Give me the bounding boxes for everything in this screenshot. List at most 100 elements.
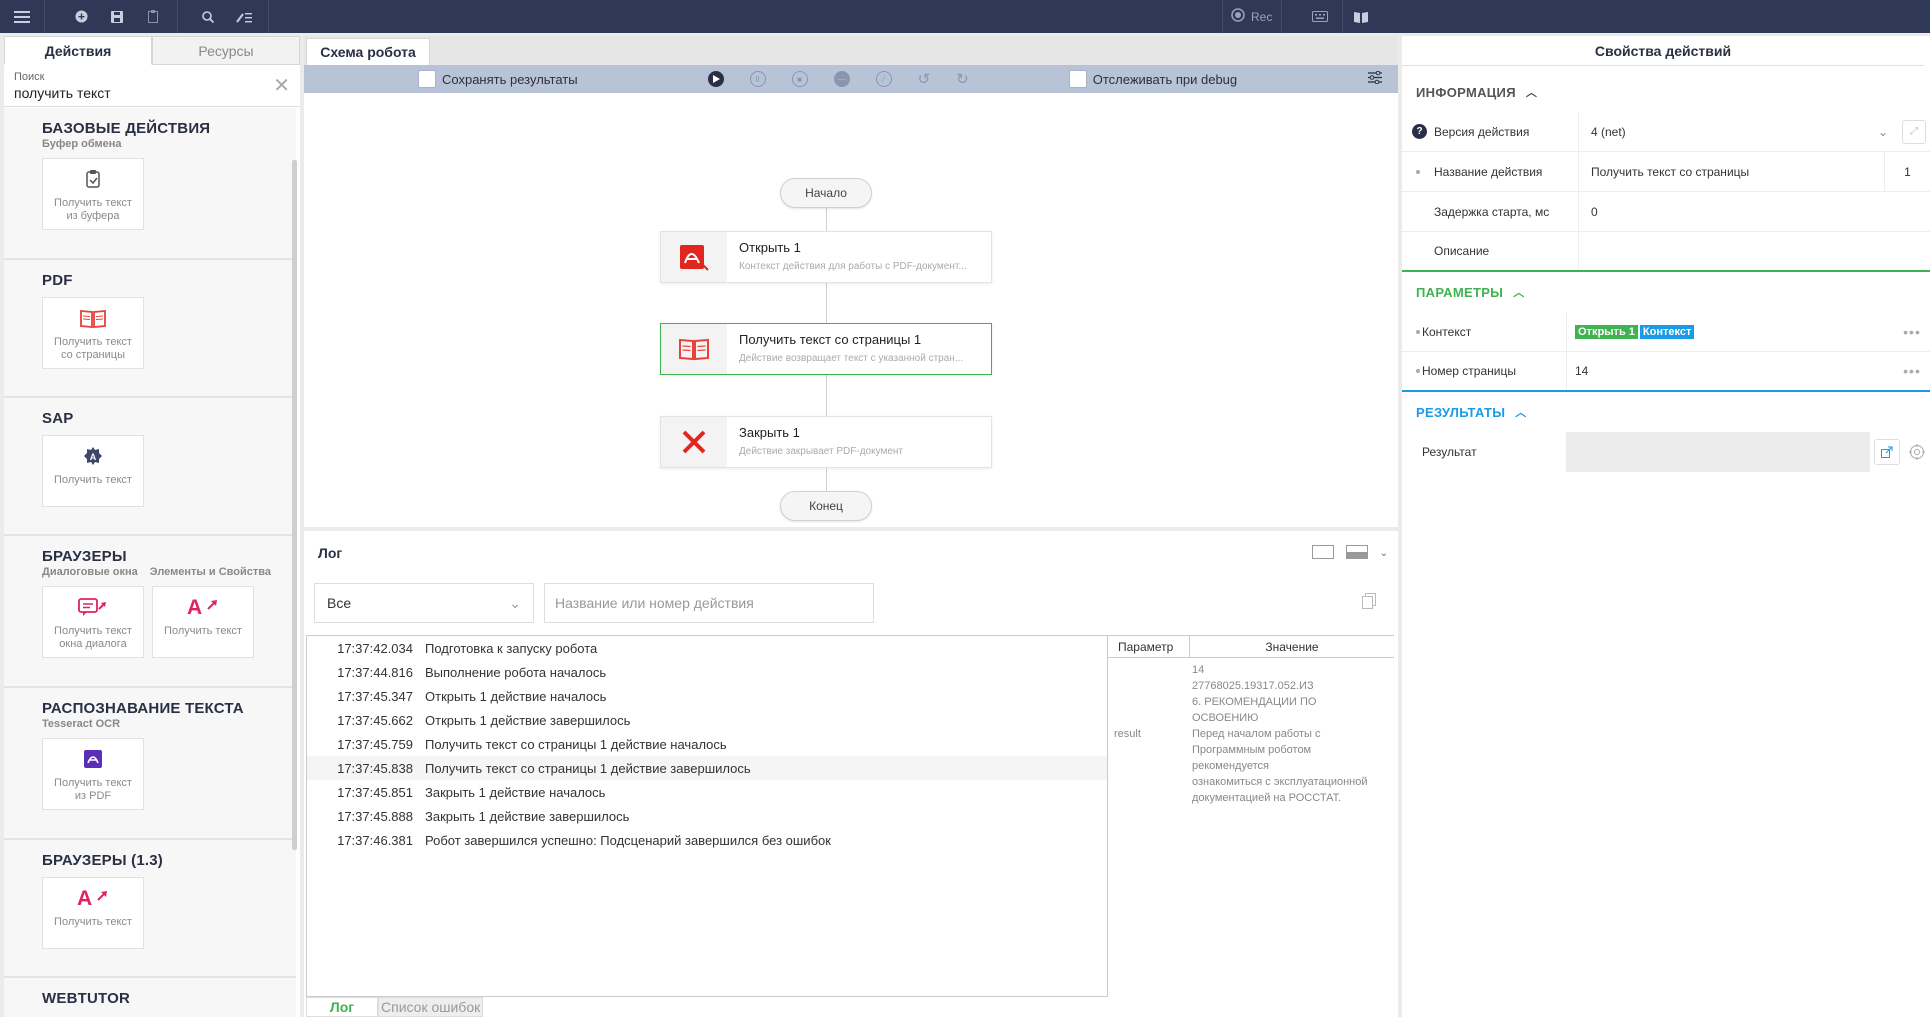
end-node[interactable]: Конец xyxy=(780,491,872,521)
record-button[interactable]: Rec xyxy=(1222,0,1282,33)
chevron-down-icon: ⌄ xyxy=(509,594,521,611)
cancel-icon[interactable]: ⁄ xyxy=(875,71,892,87)
description-input[interactable] xyxy=(1578,232,1930,270)
action-card[interactable]: A Получить текст xyxy=(42,877,144,949)
layout-single-icon[interactable] xyxy=(1311,545,1334,562)
minus-icon[interactable]: — xyxy=(833,71,850,87)
name-row: Название действия Получить текст со стра… xyxy=(1402,152,1930,192)
add-icon[interactable] xyxy=(63,0,99,33)
page-number-row: Номер страницы 14 ••• xyxy=(1402,352,1930,392)
action-card[interactable]: Получить текст из буфера xyxy=(42,158,144,230)
log-filter-select[interactable]: Все ⌄ xyxy=(314,583,534,623)
menu-icon[interactable] xyxy=(0,0,44,33)
keyboard-icon[interactable] xyxy=(1302,0,1338,33)
action-card-label: Получить текст из PDF xyxy=(54,777,132,802)
name-input[interactable]: Получить текст со страницы xyxy=(1578,152,1884,191)
target-icon[interactable] xyxy=(1904,439,1930,465)
settings-sliders-icon[interactable] xyxy=(1368,70,1382,87)
node-description: Действие возвращает текст с указанной ст… xyxy=(739,353,964,364)
delay-input[interactable]: 0 xyxy=(1578,192,1930,231)
result-row: Результат xyxy=(1402,432,1930,472)
tab-actions[interactable]: Действия xyxy=(4,36,152,65)
schema-toolbar: Сохранять результаты ll ■ — ⁄ ↺ ↻ Отслеж… xyxy=(304,65,1398,93)
save-icon[interactable] xyxy=(99,0,135,33)
copy-icon[interactable] xyxy=(1362,593,1376,612)
flow-node-close[interactable]: Закрыть 1 Действие закрывает PDF-докумен… xyxy=(660,416,992,468)
more-icon[interactable]: ••• xyxy=(1894,324,1930,340)
layout-split-icon[interactable] xyxy=(1345,545,1368,562)
log-row[interactable]: 17:37:44.816 Выполнение робота началось xyxy=(307,660,1107,684)
log-row[interactable]: 17:37:45.888 Закрыть 1 действие завершило… xyxy=(307,804,1107,828)
action-card-label: Получить текст окна диалога xyxy=(54,625,132,650)
search-input[interactable]: получить текст xyxy=(14,85,290,101)
log-row[interactable]: 17:37:45.838 Получить текст со страницы 1… xyxy=(307,756,1107,780)
log-time: 17:37:45.838 xyxy=(337,760,413,776)
category-title: БРАУЗЕРЫ (1.3) xyxy=(42,852,163,869)
log-filter-value: Все xyxy=(327,595,352,611)
log-row[interactable]: 17:37:45.347 Открыть 1 действие началось xyxy=(307,684,1107,708)
log-message: Робот завершился успешно: Подсценарий за… xyxy=(425,832,831,848)
tab-error-list[interactable]: Список ошибок xyxy=(378,997,484,1017)
action-search-input[interactable]: Название или номер действия xyxy=(544,583,874,623)
pause-icon[interactable]: ll xyxy=(749,71,766,87)
search-icon[interactable] xyxy=(190,0,226,33)
log-row[interactable]: 17:37:46.381 Робот завершился успешно: По… xyxy=(307,828,1107,852)
expand-icon[interactable]: ⤢ xyxy=(1902,119,1926,144)
category-ocr: РАСПОЗНАВАНИЕ ТЕКСТА Tesseract OCR Получ… xyxy=(4,688,296,840)
edit-list-icon[interactable] xyxy=(226,0,262,33)
log-message: Закрыть 1 действие завершилось xyxy=(425,808,630,824)
section-params-header[interactable]: ПАРАМЕТРЫ ︿ xyxy=(1402,272,1930,312)
node-description: Контекст действия для работы с PDF-докум… xyxy=(739,261,967,272)
start-node[interactable]: Начало xyxy=(780,178,872,208)
close-icon[interactable]: ✕ xyxy=(273,76,290,96)
category-subtitle: Tesseract OCR xyxy=(42,718,121,730)
track-debug-label: Отслеживать при debug xyxy=(1092,71,1238,87)
section-results-header[interactable]: РЕЗУЛЬТАТЫ ︿ xyxy=(1402,392,1930,432)
play-icon[interactable] xyxy=(707,71,724,87)
stop-icon[interactable]: ■ xyxy=(791,71,808,87)
scrollbar[interactable] xyxy=(292,160,297,850)
log-row[interactable]: 17:37:42.034 Подготовка к запуску робота xyxy=(307,636,1107,660)
search-field[interactable]: Поиск получить текст ✕ xyxy=(4,65,300,107)
log-row[interactable]: 17:37:45.662 Открыть 1 действие завершило… xyxy=(307,708,1107,732)
book-icon[interactable] xyxy=(1342,0,1378,33)
section-info-header[interactable]: ИНФОРМАЦИЯ ︿ xyxy=(1402,72,1930,112)
flow-node-get-text[interactable]: Получить текст со страницы 1 Действие во… xyxy=(660,323,992,375)
flow-node-open[interactable]: Открыть 1 Контекст действия для работы с… xyxy=(660,231,992,283)
category-title: SAP xyxy=(42,410,74,427)
action-card[interactable]: Получить текст со страницы xyxy=(42,297,144,369)
external-link-icon[interactable] xyxy=(1874,439,1900,465)
properties-panel: Свойства действий ИНФОРМАЦИЯ ︿ ? Версия д… xyxy=(1402,36,1930,1017)
svg-text:A: A xyxy=(187,596,202,618)
flow-canvas[interactable]: Начало Открыть 1 Контекст действия для р… xyxy=(304,93,1398,527)
open-book-icon xyxy=(661,324,727,374)
chevron-down-icon[interactable]: ⌄ xyxy=(1380,548,1388,559)
node-title: Получить текст со страницы 1 xyxy=(739,332,922,347)
tab-robot-schema[interactable]: Схема робота xyxy=(306,38,430,65)
log-panel: Лог ⌄ Все ⌄ Название или номер действия … xyxy=(304,531,1398,1017)
name-number[interactable]: 1 xyxy=(1884,152,1930,191)
tab-log[interactable]: Лог xyxy=(306,997,378,1017)
action-card[interactable]: Получить текст окна диалога xyxy=(42,586,144,658)
track-debug-checkbox[interactable] xyxy=(1068,70,1087,88)
category-title: БРАУЗЕРЫ xyxy=(42,548,127,565)
restart-icon[interactable]: ↺ xyxy=(918,70,931,88)
log-row[interactable]: 17:37:45.851 Закрыть 1 действие началось xyxy=(307,780,1107,804)
context-value[interactable]: Открыть 1 Контекст xyxy=(1566,312,1894,351)
action-card[interactable]: Получить текст из PDF xyxy=(42,738,144,810)
param-value: 14 27768025.19317.052.ИЗ 6. РЕКОМЕНДАЦИИ… xyxy=(1192,664,1368,804)
log-row[interactable]: 17:37:45.759 Получить текст со страницы 1… xyxy=(307,732,1107,756)
tab-resources[interactable]: Ресурсы xyxy=(152,36,300,65)
redo-icon[interactable]: ↻ xyxy=(956,70,969,88)
more-icon[interactable]: ••• xyxy=(1894,363,1930,379)
save-results-checkbox[interactable] xyxy=(418,70,436,88)
delay-label: Задержка старта, мс xyxy=(1434,204,1550,219)
page-number-input[interactable]: 14 xyxy=(1566,352,1894,390)
log-message: Подготовка к запуску робота xyxy=(425,640,598,656)
clipboard-icon[interactable] xyxy=(135,0,171,33)
version-select[interactable]: 4 (net) ⌄ xyxy=(1578,112,1898,151)
params-table: Параметр Значение result 14 27768025.193… xyxy=(1108,635,1394,997)
action-card[interactable]: A Получить текст xyxy=(42,435,144,507)
param-column-header: Параметр xyxy=(1108,636,1190,657)
action-card[interactable]: A Получить текст xyxy=(152,586,254,658)
